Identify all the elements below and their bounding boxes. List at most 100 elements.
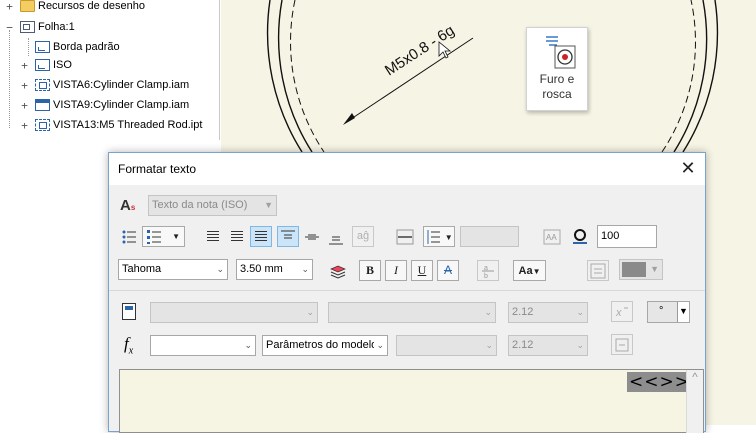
expand-icon[interactable]: + [20,100,29,111]
parameter-combo[interactable]: ⌄ [396,335,497,356]
expand-icon[interactable]: + [20,80,29,91]
browser-item-default-border[interactable]: Borda padrão [20,38,120,56]
background-fill-button[interactable] [587,260,609,281]
line-spacing-value[interactable] [460,226,519,247]
chevron-down-icon: ⌄ [301,264,309,274]
svg-text:AA: AA [546,233,557,242]
model-browser-panel: + Recursos de desenho − Folha:1 Borda pa… [0,0,220,140]
expand-icon[interactable]: + [20,120,29,131]
align-bottom-icon [329,236,343,245]
add-parameter-button[interactable]: x [611,301,633,322]
chevron-down-icon: ▼ [444,233,453,242]
align-center-button[interactable] [226,226,248,247]
drawing-view-icon [35,119,50,131]
chevron-down-icon: ⌄ [576,340,584,350]
underline-button[interactable]: U [411,260,433,281]
outer-circle-left [266,0,303,153]
case-dropdown[interactable]: Aa▼ [513,260,546,281]
chevron-down-icon: ⌄ [484,307,492,317]
svg-text:x: x [615,307,622,319]
symbol-value: ° [659,305,664,317]
layers-icon [330,265,346,279]
stretch-button[interactable]: AA [541,226,563,247]
chevron-down-icon: ▼ [264,200,273,210]
precision-combo-1[interactable]: 2.12 ⌄ [508,302,588,323]
text-color-dropdown[interactable]: ▼ [619,259,663,280]
precision-value: 2.12 [512,339,534,351]
chevron-down-icon: ⌄ [576,307,584,317]
strikethrough-button[interactable]: A [437,260,459,281]
italic-button[interactable]: I [385,260,407,281]
insert-function-button[interactable] [611,334,633,355]
outer-circle-right [682,0,719,153]
width-percent-input[interactable]: 100 [597,225,657,248]
browser-item-view9[interactable]: + VISTA9:Cylinder Clamp.iam [20,96,189,114]
browser-item-view13[interactable]: + VISTA13:M5 Threaded Rod.ipt [20,116,202,134]
inner-circle-right [673,0,708,153]
align-right-button[interactable] [250,226,272,247]
dialog-titlebar[interactable]: Formatar texto ✕ [109,153,705,185]
text-style-value: Texto da nota (ISO) [152,199,248,211]
text-frame-icon [590,263,606,279]
chevron-down-icon: ▼ [532,267,541,276]
parameter-type-combo[interactable]: ⌄ [150,335,256,356]
symbol-dropdown[interactable]: ° ▼ [647,301,690,323]
chevron-down-icon: ▼ [677,302,689,322]
stacking-button[interactable] [327,260,349,281]
width-scale-icon [569,226,591,247]
component-combo[interactable]: ⌄ [150,302,318,323]
align-center-icon [231,231,243,243]
collapse-icon[interactable]: − [5,22,14,33]
scrollbar[interactable]: ^ [686,370,703,433]
sheet-icon [20,21,35,33]
bold-button[interactable]: B [359,260,381,281]
hole-thread-tooltip[interactable]: Furo e rosca [526,27,588,111]
browser-item-label: VISTA9:Cylinder Clamp.iam [53,99,190,111]
text-style-combo[interactable]: Texto da nota (ISO) ▼ [148,195,277,216]
align-right-icon [255,231,267,243]
valign-middle-button[interactable] [301,226,323,247]
close-button[interactable]: ✕ [677,159,699,179]
tooltip-label-line1: Furo e [539,72,575,86]
chevron-down-icon: ⌄ [306,307,314,317]
browser-item-sheet[interactable]: − Folha:1 [5,18,75,36]
numbered-list-dropdown[interactable]: ▼ [142,226,185,247]
chevron-down-icon: ⌄ [216,264,224,274]
valign-top-button[interactable] [277,226,299,247]
fraction-button[interactable]: ab [477,260,499,281]
precision-combo-2[interactable]: 2.12 ⌄ [508,335,588,356]
text-indent-button[interactable]: aĝ [352,226,374,247]
browser-item-drawing-resources[interactable]: + Recursos de desenho [5,0,145,15]
horizontal-line-button[interactable] [394,226,416,247]
expand-icon[interactable]: + [5,1,14,12]
source-combo[interactable]: ⌄ [328,302,496,323]
align-left-button[interactable] [202,226,224,247]
font-combo[interactable]: Tahoma ⌄ [118,259,228,280]
parameter-token[interactable]: <<>> [627,372,692,392]
browser-item-label: Recursos de desenho [38,0,146,12]
browser-item-view6[interactable]: + VISTA6:Cylinder Clamp.iam [20,76,189,94]
font-value: Tahoma [122,263,162,275]
precision-value: 2.12 [512,306,534,318]
text-edit-area[interactable]: <<>> ^ [119,369,704,433]
valign-bottom-button[interactable] [325,226,347,247]
hole-thread-icon [546,36,576,69]
browser-item-label: VISTA13:M5 Threaded Rod.ipt [53,119,203,131]
scroll-up-icon[interactable]: ^ [692,370,698,384]
parameter-source-value: Parâmetros do modelo [266,339,378,351]
chevron-down-icon: ▼ [172,232,180,241]
chevron-down-icon: ⌄ [485,340,493,350]
line-spacing-dropdown[interactable]: ▼ [423,226,455,247]
tree-guide-line [9,30,10,128]
insert-function-icon [615,338,629,352]
font-size-combo[interactable]: 3.50 mm ⌄ [236,259,313,280]
bulleted-list-button[interactable] [118,226,140,247]
browser-item-iso[interactable]: + ISO [20,56,72,74]
font-size-value: 3.50 mm [240,263,283,275]
title-block-icon [35,59,50,71]
parameter-source-combo[interactable]: Parâmetros do modelo ⌄ [262,335,388,356]
browser-item-label: Folha:1 [38,21,75,33]
expand-icon[interactable]: + [20,60,29,71]
line-spacing-icon [427,230,441,244]
browser-item-label: VISTA6:Cylinder Clamp.iam [53,79,190,91]
